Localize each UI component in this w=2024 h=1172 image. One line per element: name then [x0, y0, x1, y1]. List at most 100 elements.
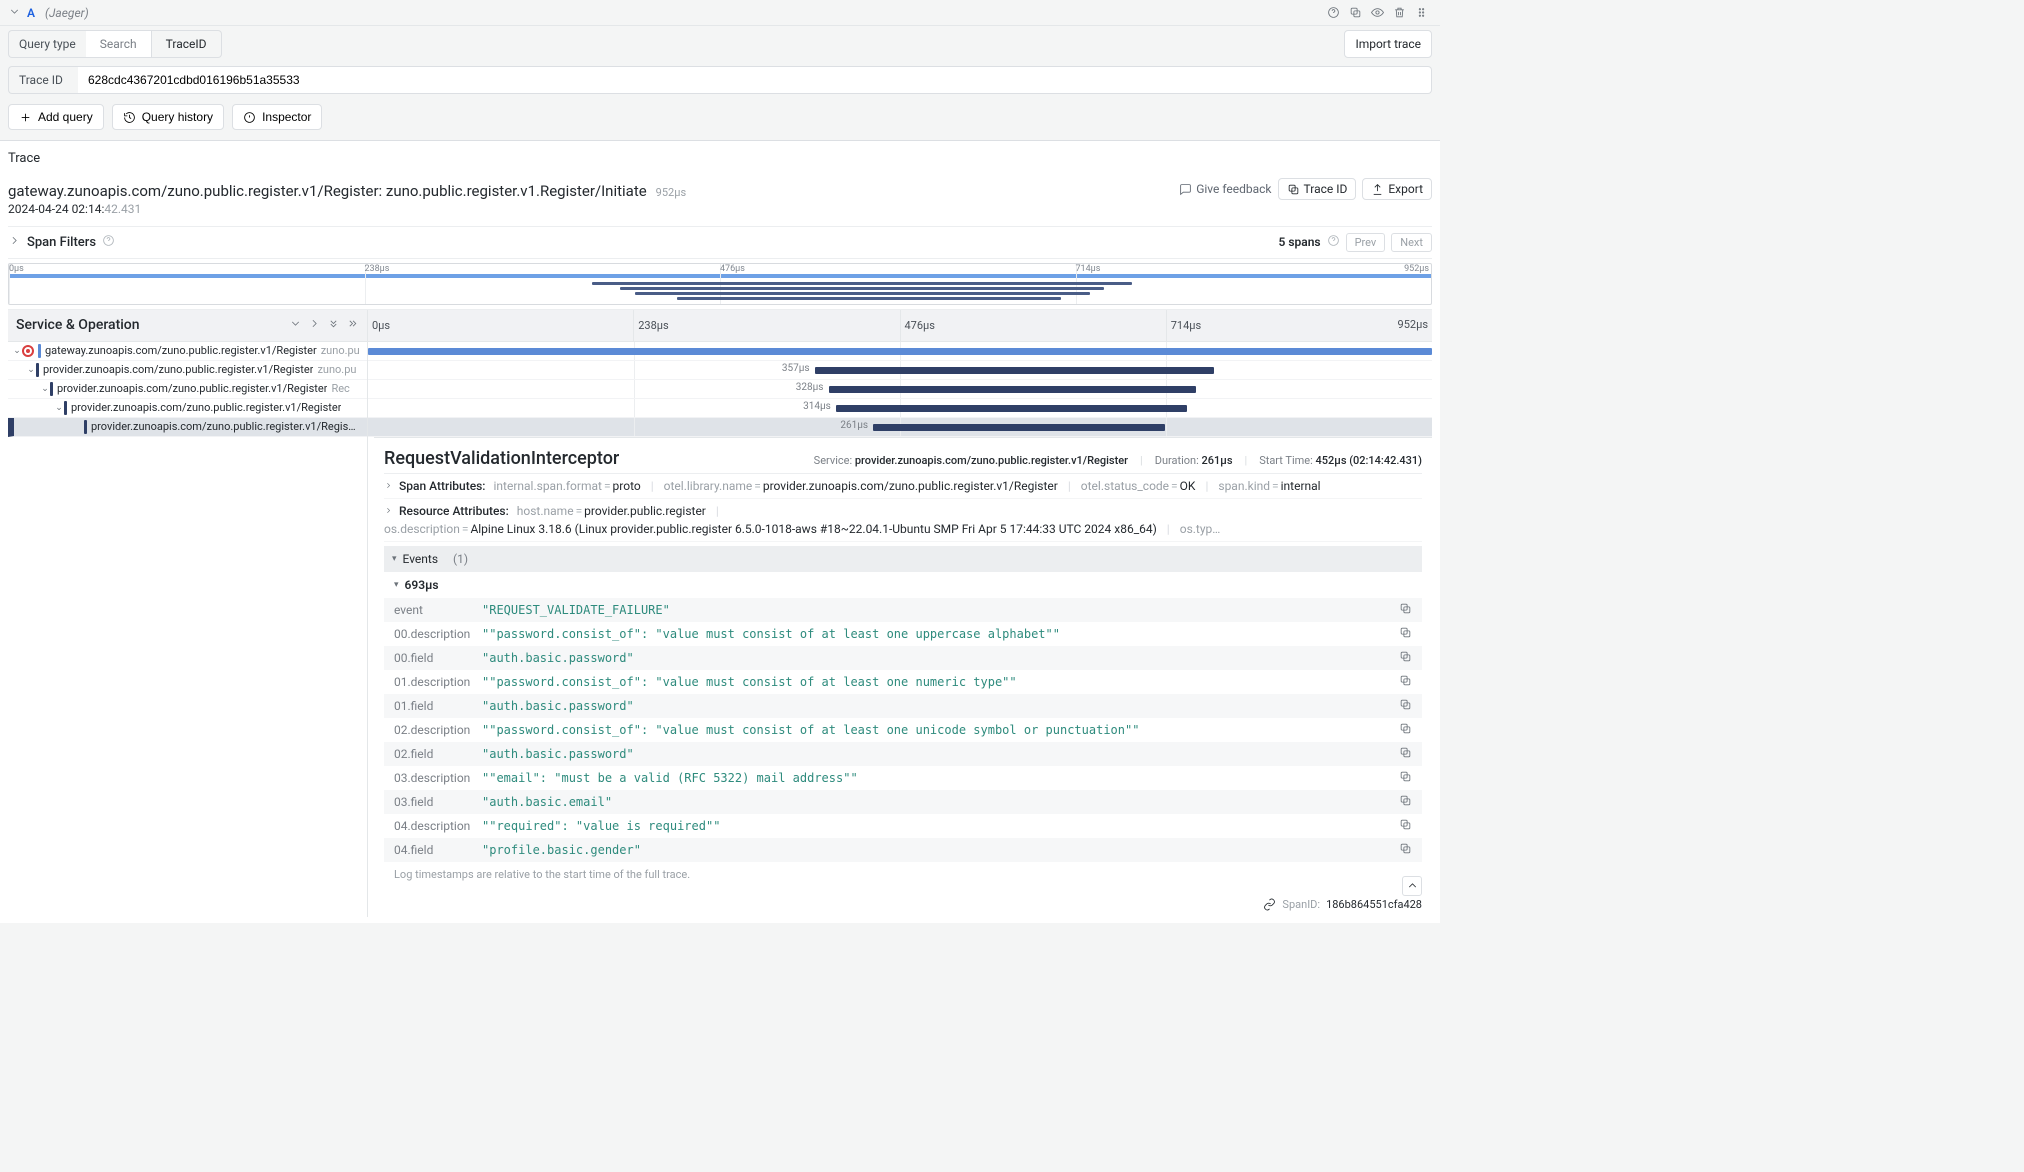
span-bar [829, 386, 1196, 393]
trace-section: Trace gateway.zunoapis.com/zuno.public.r… [0, 141, 1440, 923]
traceid-tab[interactable]: TraceID [152, 30, 222, 58]
filters-chevron-icon[interactable] [8, 234, 21, 250]
resource-attr: host.name=provider.public.register [517, 504, 706, 518]
span-bar-duration: 314µs [803, 401, 831, 412]
event-value: ""password.consist_of": "value must cons… [482, 723, 1399, 737]
trace-duration: 952µs [656, 186, 686, 199]
query-header: A (Jaeger) [0, 0, 1440, 26]
span-name: provider.zunoapis.com/zuno.public.regist… [57, 382, 327, 395]
copy-event-icon[interactable] [1399, 842, 1412, 858]
span-count-help-icon[interactable] [1327, 234, 1340, 250]
link-icon[interactable] [1263, 898, 1276, 911]
span-name: gateway.zunoapis.com/zuno.public.registe… [45, 344, 317, 357]
gantt-row[interactable]: 261µs [368, 418, 1432, 437]
search-tab[interactable]: Search [86, 30, 152, 58]
add-query-label: Add query [38, 110, 93, 124]
span-name: provider.zunoapis.com/zuno.public.regist… [43, 363, 313, 376]
timeline-tick: 476µs [900, 310, 1166, 341]
feedback-link[interactable]: Give feedback [1179, 182, 1271, 196]
minimap-tick: 0µs [9, 264, 24, 274]
filters-help-icon[interactable] [102, 234, 115, 250]
span-row[interactable]: ⌄ provider.zunoapis.com/zuno.public.regis… [8, 380, 367, 399]
span-attr: otel.status_code=OK [1081, 479, 1196, 493]
copy-event-icon[interactable] [1399, 674, 1412, 690]
trace-id-input[interactable] [78, 66, 1432, 94]
trace-body: Service & Operation ⌄gateway.zunoapis.co… [8, 309, 1432, 917]
timeline-tick: 952µs [1398, 318, 1428, 331]
copy-event-icon[interactable] [1399, 746, 1412, 762]
copy-event-icon[interactable] [1399, 602, 1412, 618]
copy-event-icon[interactable] [1399, 794, 1412, 810]
copy-event-icon[interactable] [1399, 818, 1412, 834]
event-row: 04.field"profile.basic.gender" [384, 838, 1422, 862]
span-caret-icon[interactable]: ⌄ [26, 365, 36, 375]
event-row: 02.description""password.consist_of": "v… [384, 718, 1422, 742]
copy-event-icon[interactable] [1399, 722, 1412, 738]
minimap-tick: 714µs [1076, 264, 1101, 274]
resource-attr: os.description=Alpine Linux 3.18.6 (Linu… [384, 522, 1157, 536]
prev-span-button[interactable]: Prev [1346, 233, 1386, 252]
detail-operation-name: RequestValidationInterceptor [384, 448, 619, 469]
drag-handle-icon[interactable] [1410, 2, 1432, 24]
copy-event-icon[interactable] [1399, 698, 1412, 714]
copy-query-icon[interactable] [1344, 2, 1366, 24]
tree-next-icon[interactable] [308, 317, 321, 333]
span-row[interactable]: ⌄provider.zunoapis.com/zuno.public.regis… [8, 399, 367, 418]
collapse-query-icon[interactable] [8, 5, 21, 21]
log-footer: Log timestamps are relative to the start… [384, 862, 1422, 887]
gantt-row[interactable]: 314µs [368, 399, 1432, 418]
query-history-button[interactable]: Query history [112, 104, 224, 130]
query-history-label: Query history [142, 110, 213, 124]
gantt-row[interactable]: 357µs [368, 361, 1432, 380]
scroll-top-button[interactable] [1402, 876, 1422, 896]
query-type-row: Query type Search TraceID Import trace [0, 26, 1440, 62]
span-attrs-chevron-icon[interactable] [384, 479, 393, 493]
event-row: 00.description""password.consist_of": "v… [384, 622, 1422, 646]
timeline-tick: 714µs [1166, 310, 1432, 341]
res-attrs-chevron-icon[interactable] [384, 504, 393, 518]
span-row[interactable]: ⌄ provider.zunoapis.com/zuno.public.regis… [8, 361, 367, 380]
copy-event-icon[interactable] [1399, 626, 1412, 642]
event-timestamp[interactable]: ▾ 693µs [384, 572, 1422, 598]
trace-id-button[interactable]: Trace ID [1278, 178, 1357, 200]
add-query-button[interactable]: Add query [8, 104, 104, 130]
span-caret-icon[interactable]: ⌄ [12, 346, 22, 356]
minimap-tick: 476µs [720, 264, 745, 274]
trace-title: gateway.zunoapis.com/zuno.public.registe… [8, 182, 647, 200]
span-filters-row: Span Filters 5 spans Prev Next [8, 226, 1432, 259]
event-value: "auth.basic.password" [482, 651, 1399, 665]
next-span-button[interactable]: Next [1391, 233, 1432, 252]
gantt-row[interactable]: 328µs [368, 380, 1432, 399]
event-value: "auth.basic.password" [482, 747, 1399, 761]
span-row[interactable]: provider.zunoapis.com/zuno.public.regist… [8, 418, 367, 437]
gantt-row[interactable] [368, 342, 1432, 361]
tree-collapse-icon[interactable] [289, 317, 302, 333]
import-trace-button[interactable]: Import trace [1344, 30, 1432, 58]
inspector-button[interactable]: Inspector [232, 104, 322, 130]
span-caret-icon[interactable]: ⌄ [40, 384, 50, 394]
events-header[interactable]: ▾ Events (1) [384, 546, 1422, 572]
span-bar [873, 424, 1165, 431]
span-bar-duration: 357µs [782, 363, 810, 374]
span-op: Rec [331, 382, 349, 395]
span-caret-icon[interactable]: ⌄ [54, 403, 64, 413]
help-icon[interactable] [1322, 2, 1344, 24]
trace-timestamp: 2024-04-24 02:14:42.431 [8, 202, 686, 216]
event-row: 02.field"auth.basic.password" [384, 742, 1422, 766]
span-row[interactable]: ⌄ gateway.zunoapis.com/zuno.public.regist… [8, 342, 367, 361]
copy-event-icon[interactable] [1399, 770, 1412, 786]
tree-collapse-all-icon[interactable] [327, 317, 340, 333]
delete-query-icon[interactable] [1388, 2, 1410, 24]
copy-event-icon[interactable] [1399, 650, 1412, 666]
tree-expand-all-icon[interactable] [346, 317, 359, 333]
export-button[interactable]: Export [1362, 178, 1432, 200]
event-key: 00.field [394, 651, 482, 665]
event-row: 00.field"auth.basic.password" [384, 646, 1422, 670]
toggle-visibility-icon[interactable] [1366, 2, 1388, 24]
event-row: 01.field"auth.basic.password" [384, 694, 1422, 718]
trace-minimap[interactable]: 0µs238µs476µs714µs952µs [8, 263, 1432, 305]
datasource-name: (Jaeger) [45, 6, 89, 20]
event-value: ""email": "must be a valid (RFC 5322) ma… [482, 771, 1399, 785]
detail-start-time: 452µs (02:14:42.431) [1316, 454, 1422, 467]
event-key: 04.field [394, 843, 482, 857]
